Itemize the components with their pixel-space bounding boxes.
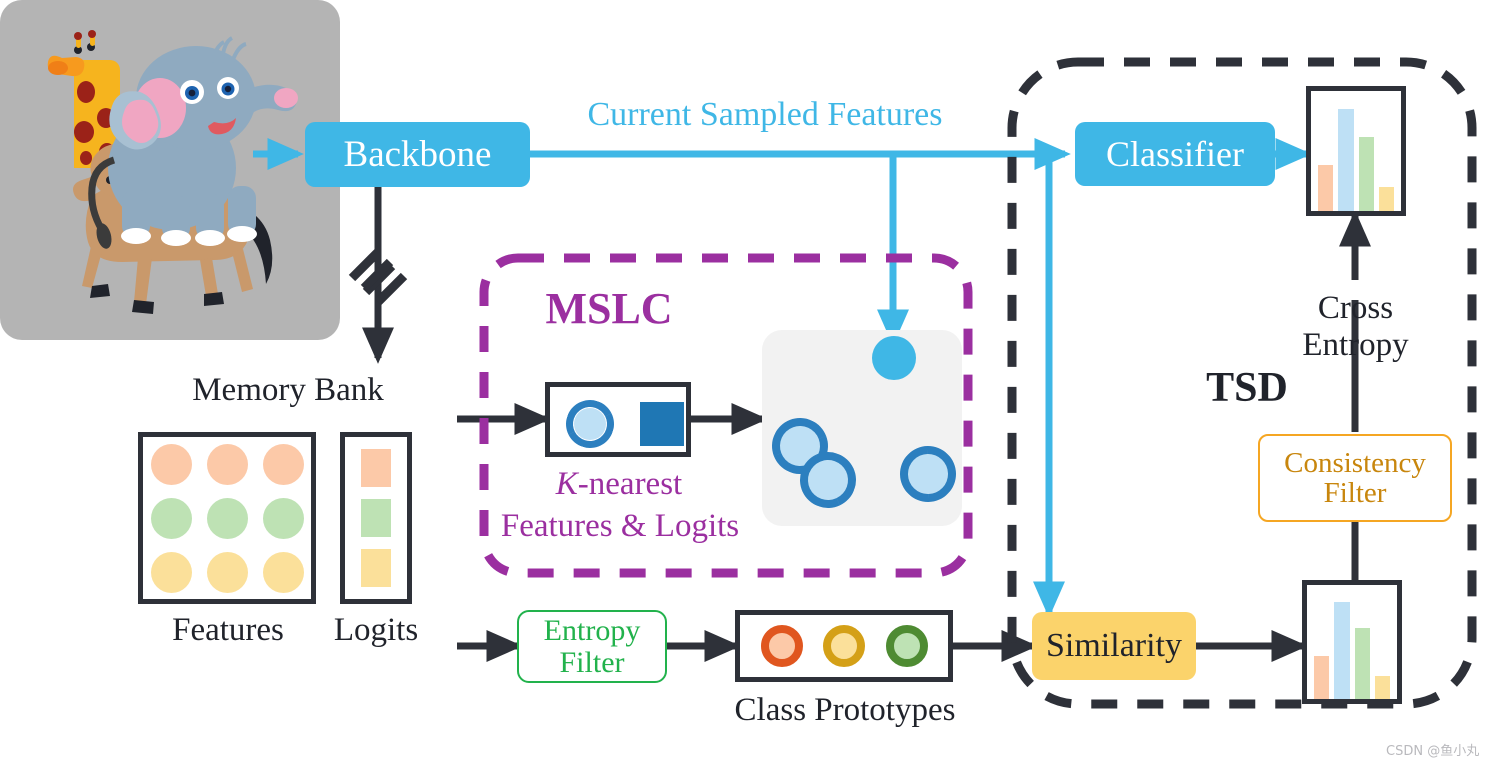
current-sampled-features-label: Current Sampled Features (587, 96, 943, 133)
elephant-icon (88, 36, 298, 249)
graph-neighbor-node (792, 444, 864, 516)
backbone-node[interactable]: Backbone (305, 122, 530, 187)
chart-bar (1374, 676, 1390, 699)
feature-dot (206, 551, 248, 593)
logit-cell (361, 549, 391, 587)
memory-bank-features-grid (138, 432, 316, 604)
logit-square-icon (640, 402, 684, 446)
classifier-output-chart (1306, 86, 1406, 216)
prototype-circle (760, 625, 803, 667)
knn-caption-line2: Features & Logits (500, 508, 740, 544)
feature-dot (262, 551, 304, 593)
entropy-filter-line1: Entropy (543, 614, 641, 647)
chart-bar (1378, 187, 1394, 211)
cross-entropy-line2: Entropy (1302, 326, 1409, 363)
consistency-filter-line1: Consistency (1284, 446, 1426, 479)
mslc-group-label: MSLC (545, 284, 673, 333)
feature-dot (206, 443, 248, 485)
feature-dot (150, 443, 192, 485)
class-prototypes-caption: Class Prototypes (734, 692, 956, 728)
diagram-canvas: Backbone Current Sampled Features Memory… (0, 0, 1506, 763)
feature-dot (150, 497, 192, 539)
memory-bank-logits-column (340, 432, 412, 604)
class-prototypes-box[interactable] (735, 610, 953, 682)
feature-dot (206, 497, 248, 539)
backbone-label: Backbone (343, 134, 492, 175)
consistency-filter-node[interactable]: Consistency Filter (1258, 434, 1452, 522)
graph-center-node (872, 336, 916, 380)
knn-icon-box[interactable] (545, 382, 691, 457)
prototype-circle (885, 625, 928, 667)
consistency-filter-line2: Filter (1323, 477, 1387, 509)
similarity-label: Similarity (1046, 627, 1182, 664)
sample-animal-images (47, 30, 298, 314)
tsd-group-label: TSD (1206, 365, 1288, 411)
cross-entropy-line1: Cross (1317, 290, 1394, 326)
knn-caption-line1: K-nearest (500, 466, 738, 503)
chart-bar (1318, 165, 1334, 211)
logit-cell (361, 449, 391, 487)
similarity-output-chart (1302, 580, 1402, 704)
feature-dot (150, 551, 192, 593)
prototype-circle (823, 625, 865, 667)
feature-dot (262, 443, 304, 485)
entropy-filter-line2: Filter (559, 645, 625, 679)
chart-bar (1314, 655, 1330, 699)
feature-circle-icon (559, 393, 621, 455)
cross-entropy-label: Cross Entropy (1278, 290, 1433, 364)
chart-bar (1338, 109, 1354, 211)
chart-bar (1334, 602, 1350, 699)
feature-dot (262, 497, 304, 539)
watermark: CSDN @鱼小丸 (1386, 744, 1480, 759)
chart-bar (1354, 628, 1370, 699)
entropy-filter-node[interactable]: Entropy Filter (517, 610, 667, 683)
logit-cell (361, 499, 391, 537)
classifier-label: Classifier (1106, 134, 1244, 174)
knn-caption-rest: -nearest (577, 466, 683, 502)
knn-k-italic: K (555, 466, 578, 502)
classifier-node[interactable]: Classifier (1075, 122, 1275, 186)
graph-neighbor-node (888, 434, 968, 514)
similarity-node[interactable]: Similarity (1032, 612, 1196, 680)
chart-bar (1358, 136, 1374, 211)
memory-bank-features-label: Features (172, 612, 284, 648)
memory-bank-logits-label: Logits (333, 612, 419, 648)
memory-bank-title: Memory Bank (192, 372, 384, 408)
